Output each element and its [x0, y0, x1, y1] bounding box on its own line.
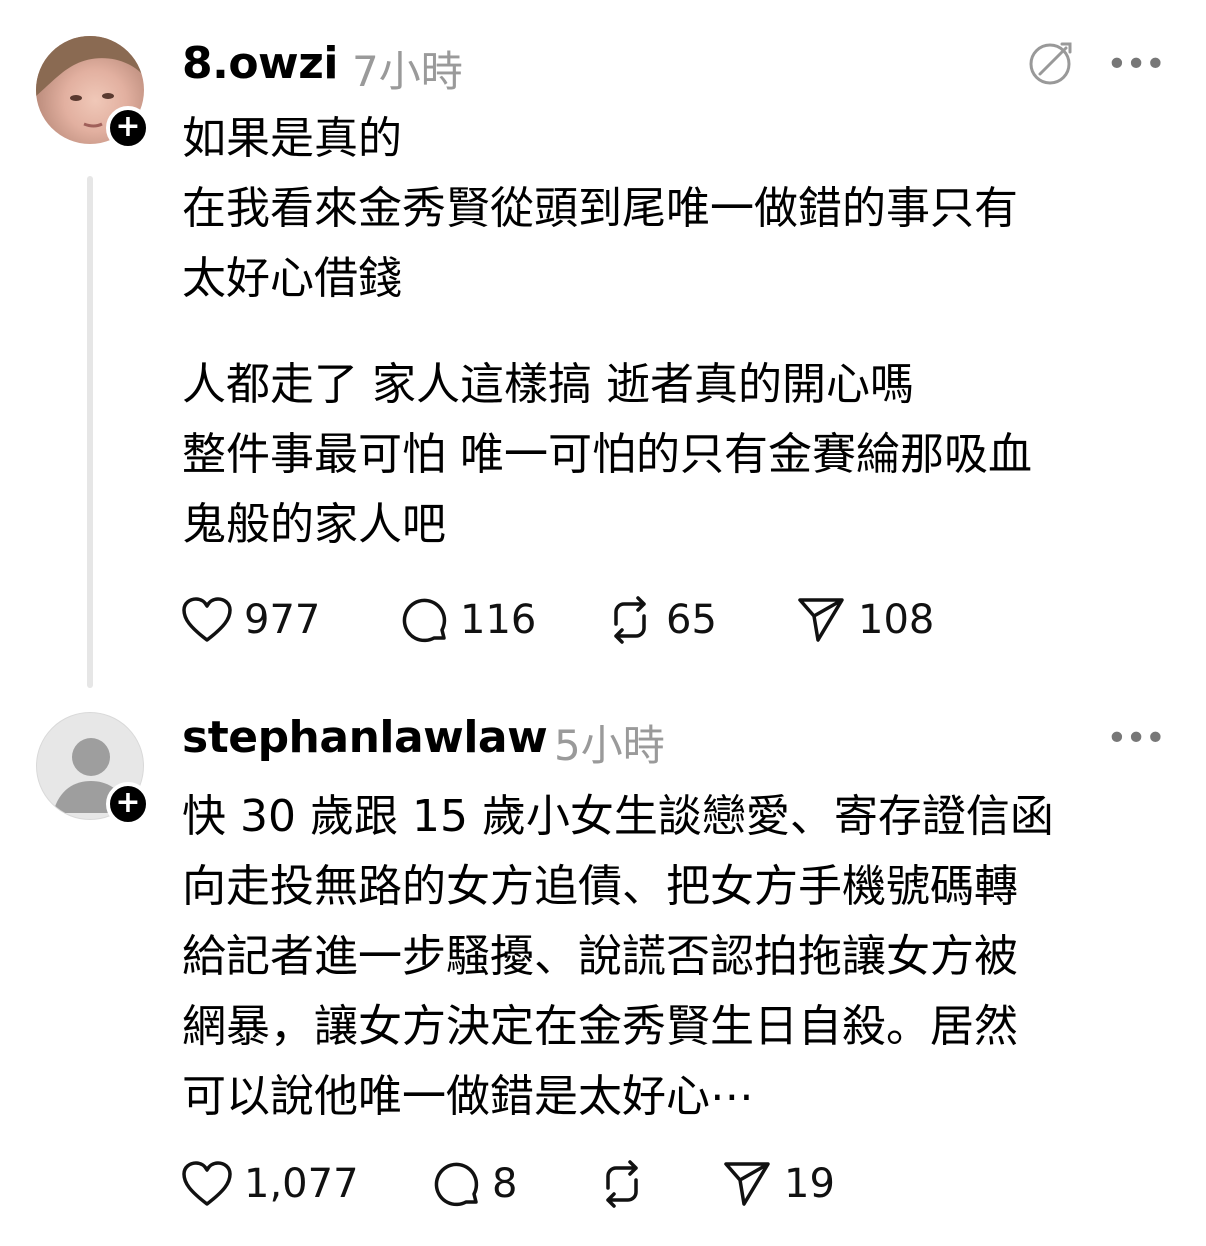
reply-button[interactable]: 8 [430, 1154, 517, 1214]
thread-line [87, 176, 93, 688]
body-line: 快 30 歲跟 15 歲小女生談戀愛、寄存證信函 [182, 791, 1054, 842]
repost-count: 65 [666, 597, 717, 643]
comment-icon [402, 598, 447, 643]
heart-icon [182, 597, 232, 642]
timestamp: 5小時 [554, 721, 665, 770]
share-button[interactable]: 19 [722, 1154, 835, 1214]
like-button[interactable]: 977 [180, 590, 320, 650]
comment-icon [434, 1162, 479, 1207]
repost-button[interactable] [596, 1154, 658, 1214]
body-line: 如果是真的 [182, 113, 402, 164]
reply-button[interactable]: 116 [398, 590, 536, 650]
follow-button[interactable]: + [106, 106, 150, 150]
repost-button[interactable]: 65 [604, 590, 717, 650]
body-line: 可以說他唯一做錯是太好心⋯ [182, 1071, 754, 1122]
body-line: 網暴，讓女方決定在金秀賢生日自殺。居然 [182, 1001, 1018, 1052]
translate-icon[interactable] [1026, 38, 1076, 92]
more-icon[interactable]: ••• [1106, 718, 1166, 759]
share-count: 108 [858, 597, 935, 643]
body-line: 在我看來金秀賢從頭到尾唯一做錯的事只有 [182, 183, 1018, 234]
body-line: 向走投無路的女方追債、把女方手機號碼轉 [182, 861, 1018, 912]
post-body: 快 30 歲跟 15 歲小女生談戀愛、寄存證信函 向走投無路的女方追債、把女方手… [182, 782, 1172, 1132]
like-button[interactable]: 1,077 [180, 1154, 359, 1214]
body-line: 太好心借錢 [182, 253, 402, 304]
plus-icon: + [115, 785, 141, 820]
reply-count: 8 [492, 1161, 518, 1207]
follow-button[interactable]: + [106, 782, 150, 826]
username[interactable]: 8.owzi [182, 38, 338, 89]
body-line: 鬼般的家人吧 [182, 499, 446, 550]
username[interactable]: stephanlawlaw [182, 712, 548, 763]
body-line: 人都走了 家人這樣搞 逝者真的開心嗎 [182, 359, 914, 410]
share-count: 19 [784, 1161, 835, 1207]
post-body: 如果是真的 在我看來金秀賢從頭到尾唯一做錯的事只有 太好心借錢 人都走了 家人這… [182, 104, 1172, 560]
send-icon [798, 598, 844, 642]
like-count: 977 [244, 597, 321, 643]
like-count: 1,077 [244, 1161, 359, 1207]
timestamp: 7小時 [352, 47, 463, 96]
body-line: 給記者進一步騷擾、說謊否認拍拖讓女方被 [182, 931, 1018, 982]
more-icon[interactable]: ••• [1106, 44, 1166, 85]
send-icon [724, 1162, 770, 1206]
share-button[interactable]: 108 [796, 590, 934, 650]
heart-icon [182, 1161, 232, 1206]
repost-icon [606, 1160, 638, 1208]
repost-icon [614, 596, 646, 644]
plus-icon: + [115, 109, 141, 144]
reply-count: 116 [460, 597, 537, 643]
body-line: 整件事最可怕 唯一可怕的只有金賽綸那吸血 [182, 429, 1032, 480]
